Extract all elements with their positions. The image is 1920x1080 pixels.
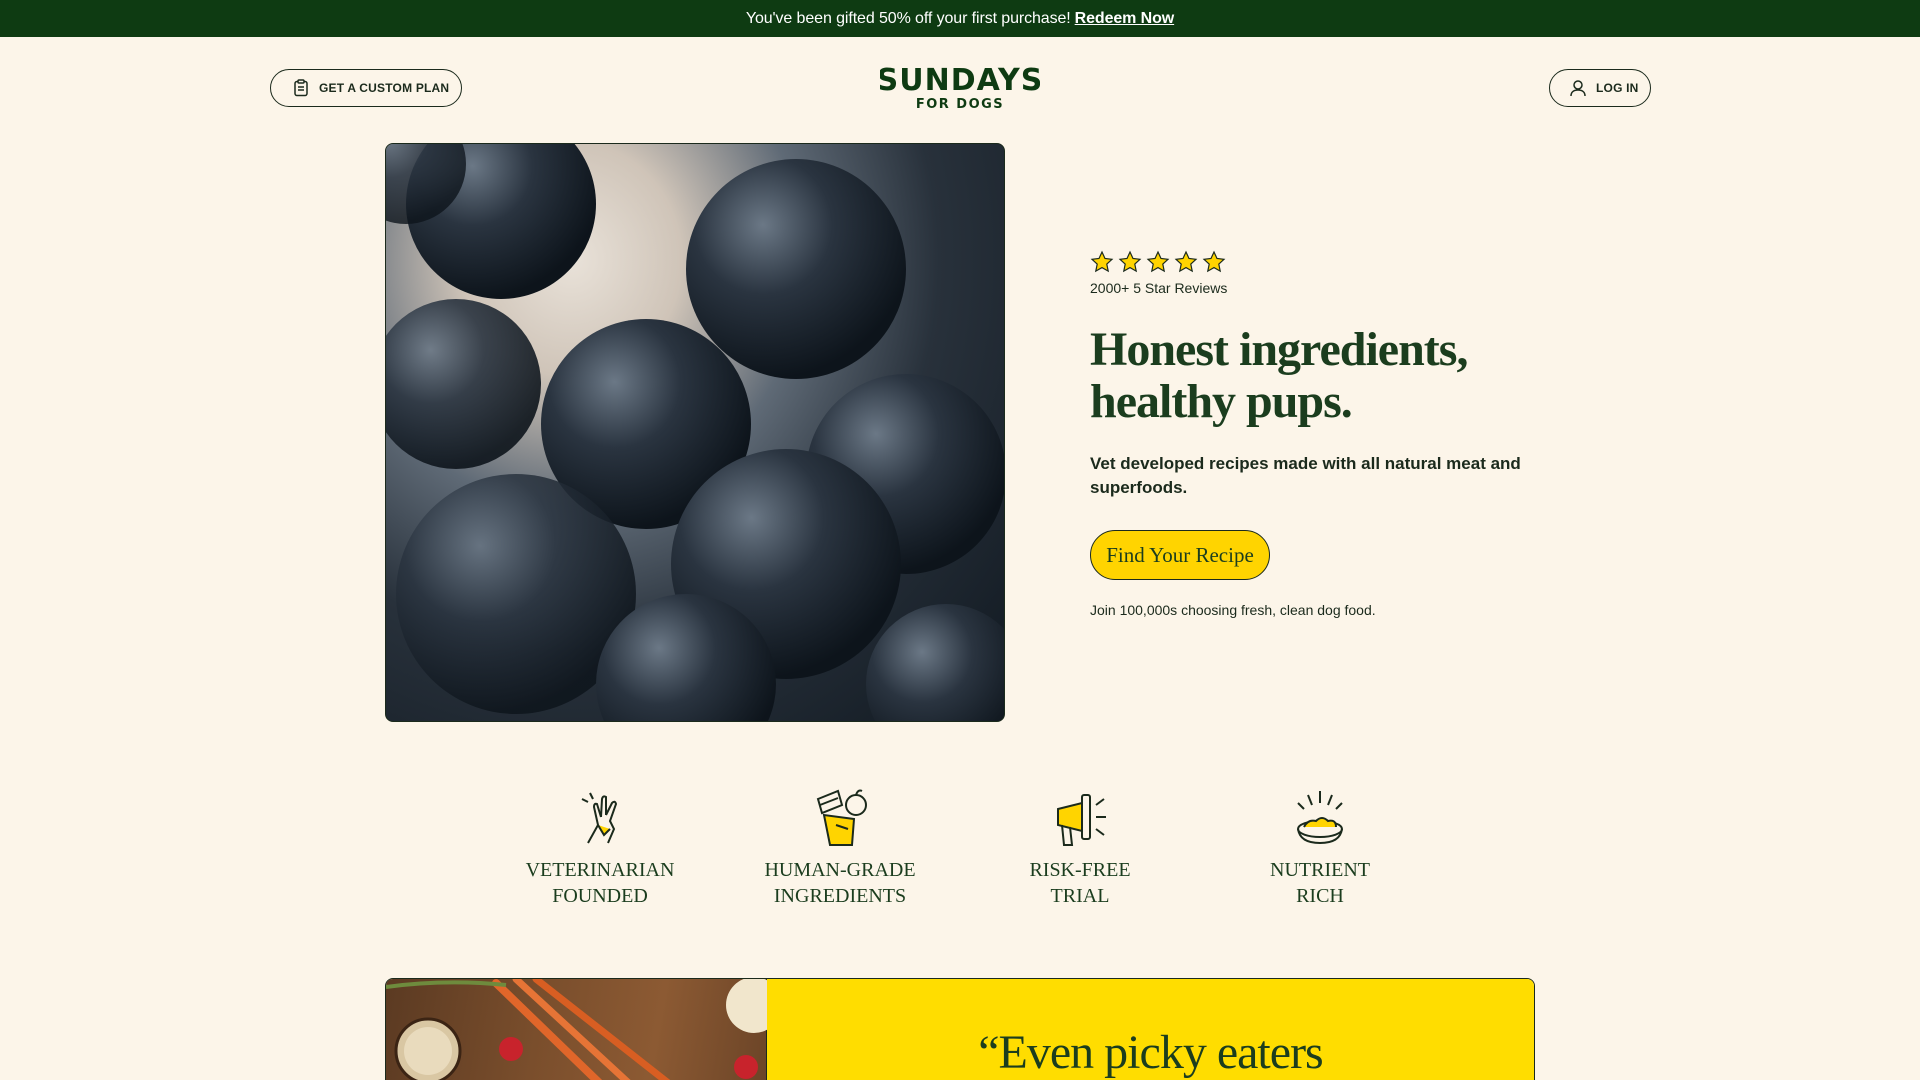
ingredients-icon xyxy=(816,789,867,846)
high-five-icon xyxy=(581,792,618,844)
redeem-now-link[interactable]: Redeem Now xyxy=(1075,10,1175,28)
hero-blueberries-image xyxy=(385,143,1005,722)
hero-headline: Honest ingredients, healthy pups. xyxy=(1090,324,1530,428)
feature-label: RISK-FREE TRIAL xyxy=(1029,859,1131,907)
feature-label: VETERINARIAN FOUNDED xyxy=(525,859,675,907)
site-header: GET A CUSTOM PLAN SUNDAYS FOR DOGS LOG I… xyxy=(0,37,1920,137)
log-in-label: LOG IN xyxy=(1596,81,1639,95)
get-custom-plan-button[interactable]: GET A CUSTOM PLAN xyxy=(270,69,462,107)
food-bowl-icon xyxy=(1297,791,1343,845)
promo-text: You've been gifted 50% off your first pu… xyxy=(745,9,1071,27)
sundays-logo[interactable]: SUNDAYS FOR DOGS xyxy=(880,63,1040,113)
testimonial-quote-text: “Even picky eaters xyxy=(978,1026,1323,1079)
star-icon xyxy=(1174,250,1198,274)
star-icon xyxy=(1202,250,1226,274)
hero-content: 2000+ 5 Star Reviews Honest ingredients,… xyxy=(1090,250,1530,618)
find-your-recipe-button[interactable]: Find Your Recipe xyxy=(1090,530,1270,580)
star-rating xyxy=(1090,250,1530,274)
logo-wordmark: SUNDAYS xyxy=(880,63,1040,98)
star-icon xyxy=(1146,250,1170,274)
feature-human-grade-ingredients: HUMAN-GRADE INGREDIENTS xyxy=(755,785,925,909)
testimonial-food-photo xyxy=(386,979,782,1080)
get-custom-plan-label: GET A CUSTOM PLAN xyxy=(319,81,450,95)
user-icon xyxy=(1568,78,1588,98)
promo-bar: You've been gifted 50% off your first pu… xyxy=(0,0,1920,37)
testimonial-quote: “Even picky eaters xyxy=(767,979,1534,1080)
log-in-button[interactable]: LOG IN xyxy=(1549,69,1651,107)
join-text: Join 100,000s choosing fresh, clean dog … xyxy=(1090,602,1376,618)
reviews-count: 2000+ 5 Star Reviews xyxy=(1090,280,1228,296)
headline-line-2: healthy pups. xyxy=(1090,375,1353,428)
star-icon xyxy=(1090,250,1114,274)
feature-label: HUMAN-GRADE INGREDIENTS xyxy=(764,859,916,907)
star-icon xyxy=(1118,250,1142,274)
megaphone-icon xyxy=(1057,794,1106,846)
clipboard-icon xyxy=(291,78,311,98)
hero-subhead: Vet developed recipes made with all natu… xyxy=(1090,454,1521,497)
headline-line-1: Honest ingredients, xyxy=(1090,323,1468,376)
feature-label: NUTRIENT RICH xyxy=(1270,859,1370,907)
feature-risk-free-trial: RISK-FREE TRIAL xyxy=(995,785,1165,909)
feature-nutrient-rich: NUTRIENT RICH xyxy=(1235,785,1405,909)
logo-tagline: FOR DOGS xyxy=(916,97,1004,112)
feature-veterinarian-founded: VETERINARIAN FOUNDED xyxy=(515,785,685,909)
testimonial-section: “Even picky eaters xyxy=(385,978,1535,1080)
